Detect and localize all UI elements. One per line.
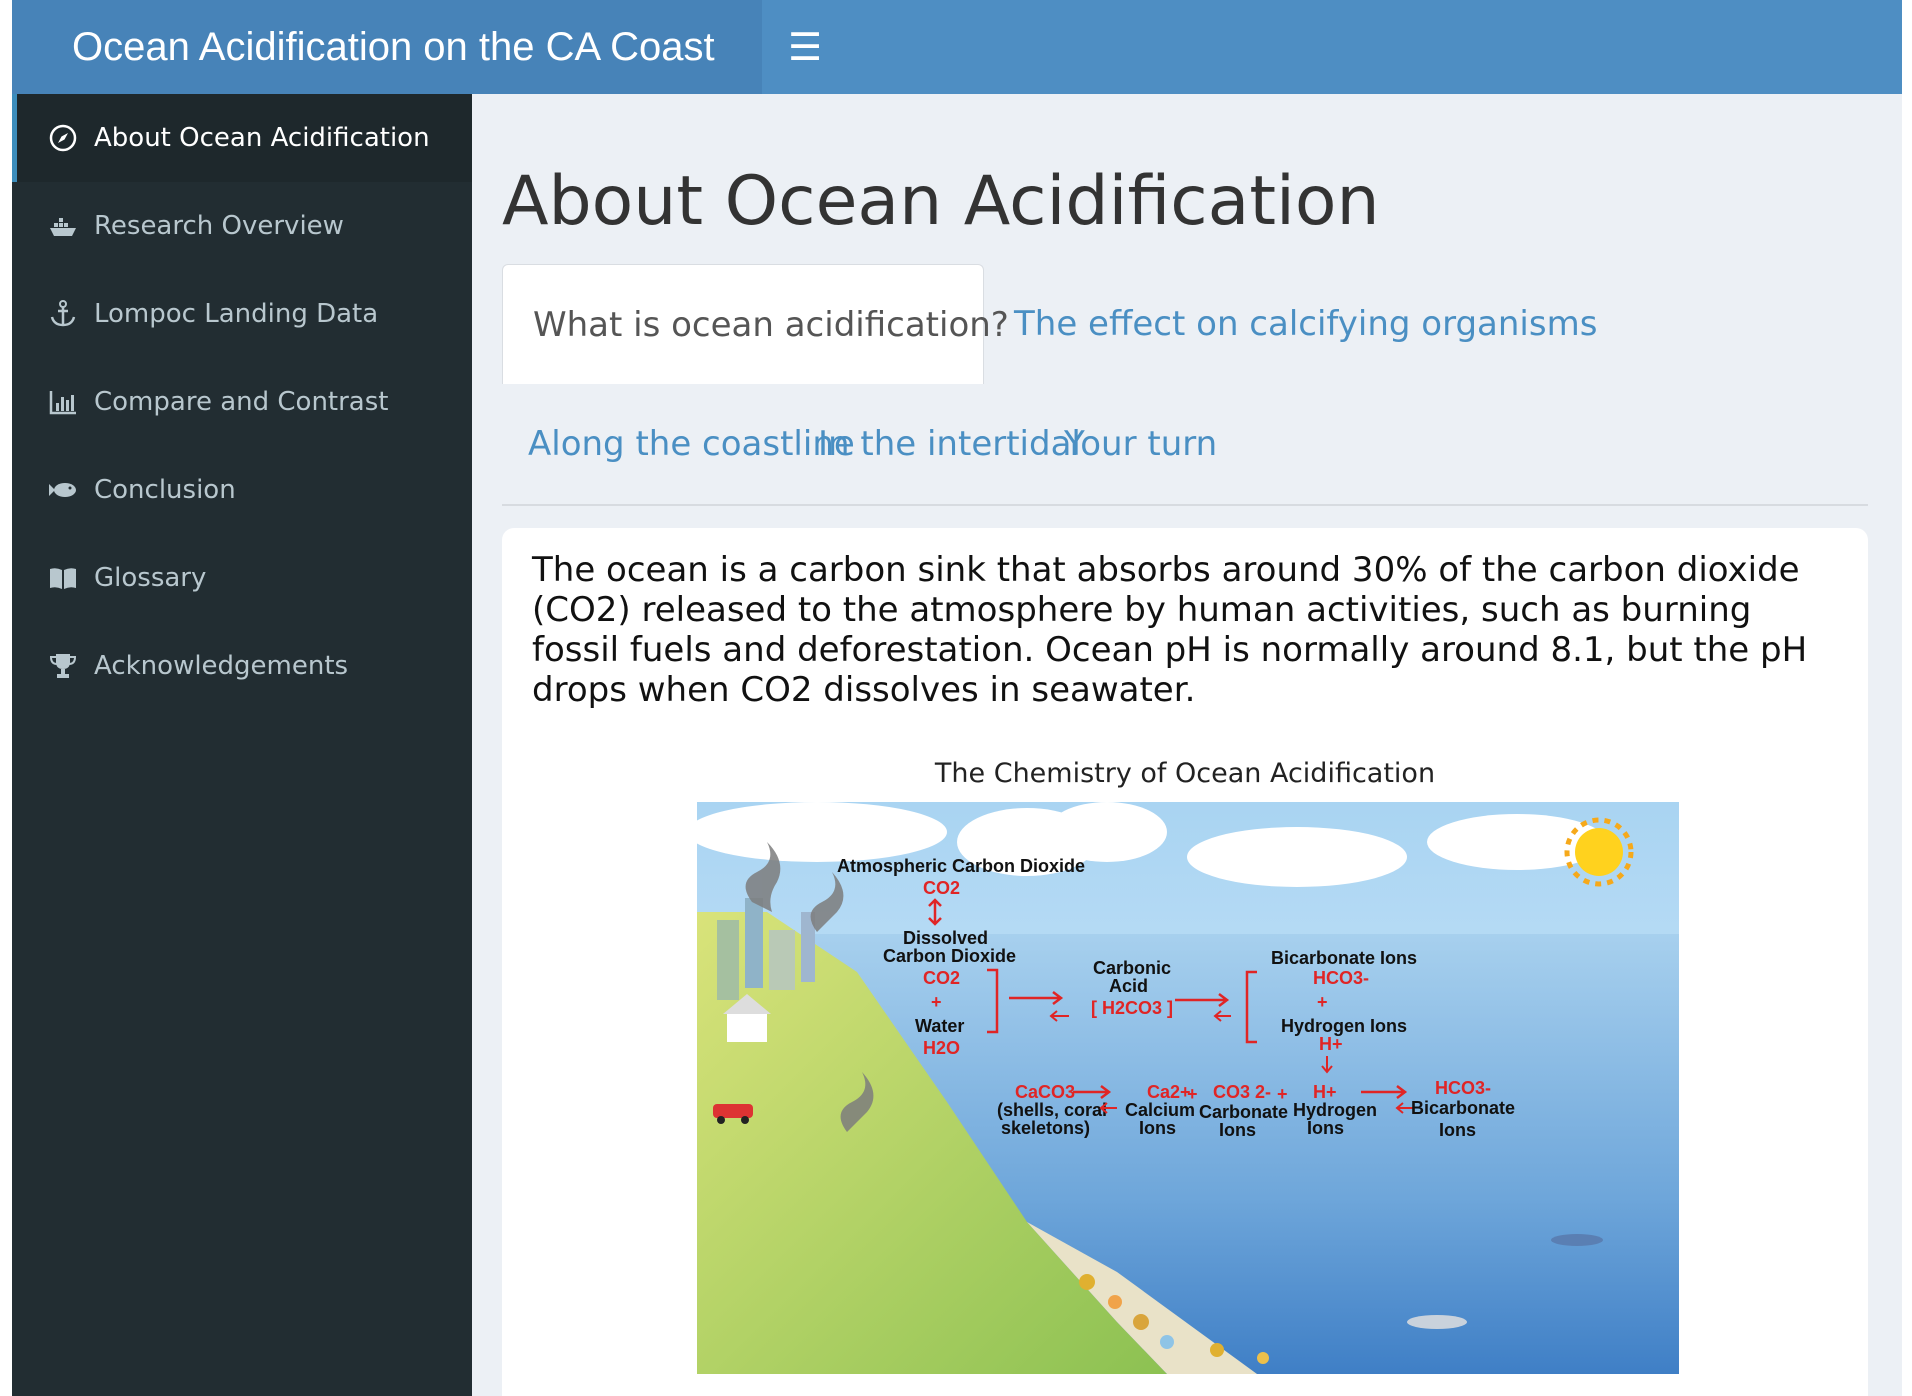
label-co2-atmosphere: CO2 (923, 878, 960, 898)
label-co2-dissolved: CO2 (923, 968, 960, 988)
tab-effect-on-calcifying-organisms[interactable]: The effect on calcifying organisms (1014, 264, 1597, 384)
label-bicarbonate-2: Ions (1439, 1120, 1476, 1140)
label-shells-1: (shells, coral (997, 1100, 1107, 1120)
ocean-acidification-diagram: Atmospheric Carbon Dioxide CO2 Dissolved… (697, 802, 1679, 1374)
label-dissolved-2: Carbon Dioxide (883, 946, 1016, 966)
label-plus-3: + (1187, 1084, 1198, 1104)
sidebar-item-label: Lompoc Landing Data (94, 299, 379, 329)
page-title: About Ocean Acidification (502, 162, 1380, 241)
sidebar-item-research[interactable]: Research Overview (12, 182, 472, 270)
label-bicarbonate-1: Bicarbonate (1411, 1098, 1515, 1118)
sidebar-item-acknowledgements[interactable]: Acknowledgements (12, 622, 472, 710)
sidebar-item-glossary[interactable]: Glossary (12, 534, 472, 622)
compass-icon (46, 121, 80, 155)
label-atmospheric-co2: Atmospheric Carbon Dioxide (837, 856, 1085, 876)
label-hydrogen-ions-title: Hydrogen Ions (1281, 1016, 1407, 1036)
label-shells-2: skeletons) (1001, 1118, 1090, 1138)
label-plus-4: + (1277, 1084, 1288, 1104)
book-icon (46, 561, 80, 595)
figure-title: The Chemistry of Ocean Acidification (934, 758, 1436, 789)
intro-paragraph: The ocean is a carbon sink that absorbs … (532, 550, 1808, 710)
sidebar: About Ocean Acidification Research Overv… (12, 94, 472, 1396)
ship-icon (46, 209, 80, 243)
top-navbar: Ocean Acidification on the CA Coast ☰ (12, 0, 1902, 94)
label-h-plus-top: H+ (1319, 1034, 1343, 1054)
sidebar-item-label: Conclusion (94, 475, 236, 505)
label-hco3-bottom: HCO3- (1435, 1078, 1491, 1098)
label-h-plus-bottom: H+ (1313, 1082, 1337, 1102)
label-bicarbonate-ions-title: Bicarbonate Ions (1271, 948, 1417, 968)
label-carbonate-1: Carbonate (1199, 1102, 1288, 1122)
label-hydrogen-1: Hydrogen (1293, 1100, 1377, 1120)
trophy-icon (46, 649, 80, 683)
label-carbonic-1: Carbonic (1093, 958, 1171, 978)
tab-in-the-intertidal[interactable]: In the intertidal (818, 384, 1081, 504)
label-caco3: CaCO3 (1015, 1082, 1075, 1102)
label-co3: CO3 2- (1213, 1082, 1271, 1102)
tab-your-turn[interactable]: Your turn (1064, 384, 1217, 504)
label-hydrogen-2: Ions (1307, 1118, 1344, 1138)
label-calcium-2: Ions (1139, 1118, 1176, 1138)
sidebar-item-lompoc[interactable]: Lompoc Landing Data (12, 270, 472, 358)
app-title[interactable]: Ocean Acidification on the CA Coast (12, 0, 762, 94)
label-plus-1: + (931, 992, 942, 1012)
tab-content-panel: The ocean is a carbon sink that absorbs … (502, 528, 1868, 1396)
label-h2co3: [ H2CO3 ] (1091, 998, 1173, 1018)
label-calcium-1: Calcium (1125, 1100, 1195, 1120)
main-content: About Ocean Acidification What is ocean … (472, 94, 1902, 1396)
sidebar-item-about[interactable]: About Ocean Acidification (12, 94, 472, 182)
sidebar-item-label: About Ocean Acidification (94, 123, 430, 153)
sidebar-item-label: Research Overview (94, 211, 344, 241)
tab-along-the-coastline[interactable]: Along the coastline (528, 384, 855, 504)
label-carbonic-2: Acid (1109, 976, 1148, 996)
label-carbonate-2: Ions (1219, 1120, 1256, 1140)
tab-what-is-ocean-acidification[interactable]: What is ocean acidification? (502, 264, 1009, 384)
sidebar-item-label: Compare and Contrast (94, 387, 389, 417)
label-plus-2: + (1317, 992, 1328, 1012)
hamburger-icon[interactable]: ☰ (780, 22, 830, 72)
anchor-icon (46, 297, 80, 331)
tab-bar: What is ocean acidification? The effect … (502, 264, 1868, 506)
label-h2o: H2O (923, 1038, 960, 1058)
sidebar-item-compare[interactable]: Compare and Contrast (12, 358, 472, 446)
sidebar-item-label: Glossary (94, 563, 207, 593)
sidebar-item-label: Acknowledgements (94, 651, 349, 681)
label-dissolved-1: Dissolved (903, 928, 988, 948)
label-water: Water (915, 1016, 964, 1036)
bar-chart-icon (46, 385, 80, 419)
label-hco3-top: HCO3- (1313, 968, 1369, 988)
sidebar-item-conclusion[interactable]: Conclusion (12, 446, 472, 534)
app-shell: Ocean Acidification on the CA Coast ☰ Ab… (12, 0, 1902, 1396)
label-ca2: Ca2+ (1147, 1082, 1191, 1102)
fish-icon (46, 473, 80, 507)
